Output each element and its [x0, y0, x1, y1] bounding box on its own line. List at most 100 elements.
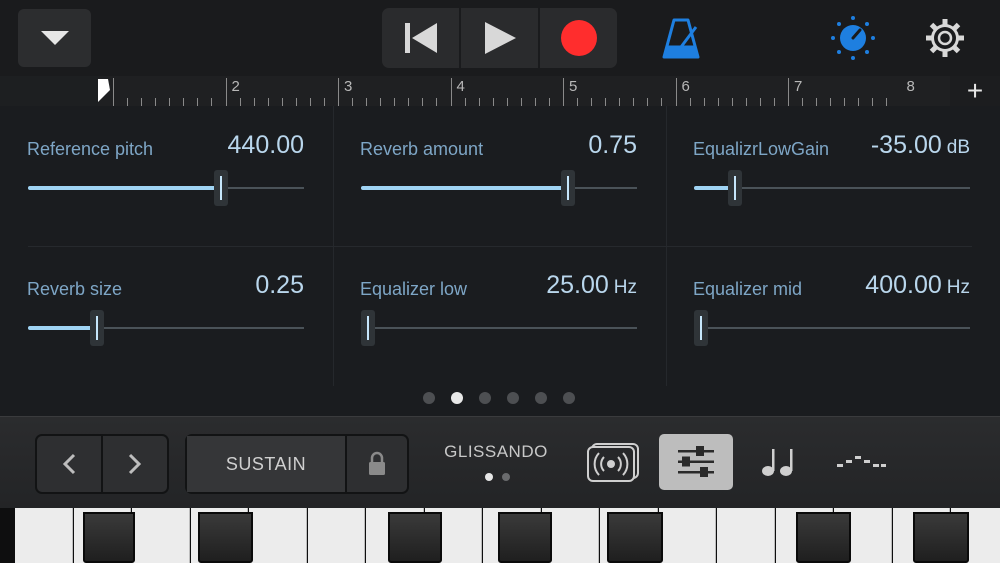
piano-white-key[interactable] — [307, 508, 365, 563]
settings-button[interactable] — [922, 14, 968, 62]
page-dot[interactable] — [479, 392, 491, 404]
piano-white-key[interactable] — [15, 508, 73, 563]
ruler-tick — [394, 98, 396, 106]
param-value-number: 440.00 — [227, 131, 304, 159]
sustain-button[interactable]: SUSTAIN — [187, 436, 347, 492]
ruler-tick — [577, 98, 579, 106]
glissando-label[interactable]: GLISSANDO — [438, 442, 554, 462]
playhead-icon[interactable] — [96, 78, 112, 106]
sound-mode-button[interactable] — [583, 434, 643, 490]
slider-thumb[interactable] — [561, 170, 575, 206]
param-control: Reverb amount 0.75 — [333, 106, 663, 246]
glissando-page-dot[interactable] — [485, 473, 493, 481]
param-label: Reverb size — [27, 279, 123, 299]
piano-white-key[interactable] — [132, 508, 190, 563]
piano-black-key[interactable] — [498, 512, 552, 563]
ruler-tick — [352, 98, 354, 106]
controls-mode-button[interactable] — [659, 434, 733, 490]
param-value-number: 400.00 — [865, 271, 942, 299]
ruler-tick — [759, 98, 761, 106]
glissando-page-indicator[interactable] — [485, 473, 510, 481]
sound-icon — [587, 443, 639, 482]
ruler-tick — [647, 98, 649, 106]
ruler-tick — [802, 98, 804, 106]
octave-down-button[interactable] — [37, 436, 103, 492]
metronome-button[interactable] — [660, 16, 702, 60]
page-dot[interactable] — [535, 392, 547, 404]
ruler-tick — [225, 78, 227, 106]
param-slider[interactable] — [361, 170, 637, 206]
param-unit: Hz — [946, 277, 970, 298]
page-dot[interactable] — [451, 392, 463, 404]
piano-black-key[interactable] — [83, 512, 135, 563]
param-slider[interactable] — [28, 310, 304, 346]
sustain-lock-button[interactable] — [347, 436, 407, 492]
glissando-page-dot[interactable] — [502, 473, 510, 481]
param-control: EqualizrLowGain -35.00 dB — [666, 106, 996, 246]
ruler-tick — [281, 98, 283, 106]
play-button[interactable] — [461, 8, 540, 68]
param-slider[interactable] — [361, 310, 637, 346]
ruler-tick — [773, 98, 775, 106]
param-value: 0.25 — [255, 271, 304, 300]
ruler-tick — [450, 78, 452, 106]
ruler-tick — [380, 98, 382, 106]
ruler-tick — [113, 78, 114, 106]
piano-keyboard[interactable] — [0, 508, 1000, 563]
ruler-tick — [211, 98, 213, 106]
param-label: Equalizer low — [360, 279, 468, 299]
piano-white-key[interactable] — [717, 508, 775, 563]
param-value: 0.75 — [588, 131, 637, 160]
ruler-tick — [309, 98, 311, 106]
ruler-tick — [731, 98, 733, 106]
param-label: Equalizer mid — [693, 279, 803, 299]
arpeggiator-mode-button[interactable] — [832, 434, 890, 490]
slider-thumb[interactable] — [214, 170, 229, 206]
skip-back-icon — [404, 23, 437, 53]
chevron-left-icon — [62, 453, 76, 475]
plus-icon: + — [966, 75, 984, 106]
ruler-tick — [506, 98, 508, 106]
piano-black-key[interactable] — [388, 512, 442, 563]
piano-white-key[interactable] — [658, 508, 716, 563]
ruler-tick — [408, 98, 410, 106]
slider-thumb[interactable] — [728, 170, 743, 206]
page-dot[interactable] — [507, 392, 519, 404]
param-control: Reverb size 0.25 — [0, 246, 330, 386]
record-button[interactable] — [540, 8, 617, 68]
ruler-tick — [141, 98, 143, 106]
slider-thumb[interactable] — [694, 310, 708, 346]
slider-thumb[interactable] — [361, 310, 375, 346]
ruler-tick — [239, 98, 241, 106]
slider-thumb[interactable] — [90, 310, 104, 346]
piano-black-key[interactable] — [198, 512, 253, 563]
piano-white-key[interactable] — [249, 508, 307, 563]
controls-icon — [678, 446, 714, 477]
skip-back-button[interactable] — [382, 8, 461, 68]
timeline-ruler[interactable]: 2 3 4 5 6 7 8 — [98, 76, 950, 106]
octave-up-button[interactable] — [103, 436, 167, 492]
master-volume-button[interactable] — [830, 14, 876, 62]
ruler-tick — [563, 78, 564, 106]
param-control: Reference pitch 440.00 — [0, 106, 330, 246]
ruler-tick — [816, 98, 818, 106]
param-value: 400.00 Hz — [865, 271, 970, 300]
page-dot[interactable] — [563, 392, 575, 404]
browser-dropdown-button[interactable] — [18, 9, 91, 67]
ruler-tick — [520, 98, 522, 106]
add-section-button[interactable]: + — [950, 76, 1000, 106]
param-slider[interactable] — [694, 310, 970, 346]
param-slider[interactable] — [28, 170, 304, 206]
piano-black-key[interactable] — [913, 512, 969, 563]
piano-black-key[interactable] — [607, 512, 663, 563]
page-dot[interactable] — [423, 392, 435, 404]
notes-mode-button[interactable] — [752, 434, 804, 490]
page-indicator[interactable] — [423, 392, 575, 404]
record-icon — [560, 20, 597, 56]
keyboard-control-strip: SUSTAIN GLISSANDO — [0, 416, 1000, 509]
music-notes-icon — [762, 449, 793, 476]
param-value: -35.00 dB — [871, 131, 970, 160]
param-unit: Hz — [613, 277, 637, 298]
piano-black-key[interactable] — [796, 512, 851, 563]
param-slider[interactable] — [694, 170, 970, 206]
